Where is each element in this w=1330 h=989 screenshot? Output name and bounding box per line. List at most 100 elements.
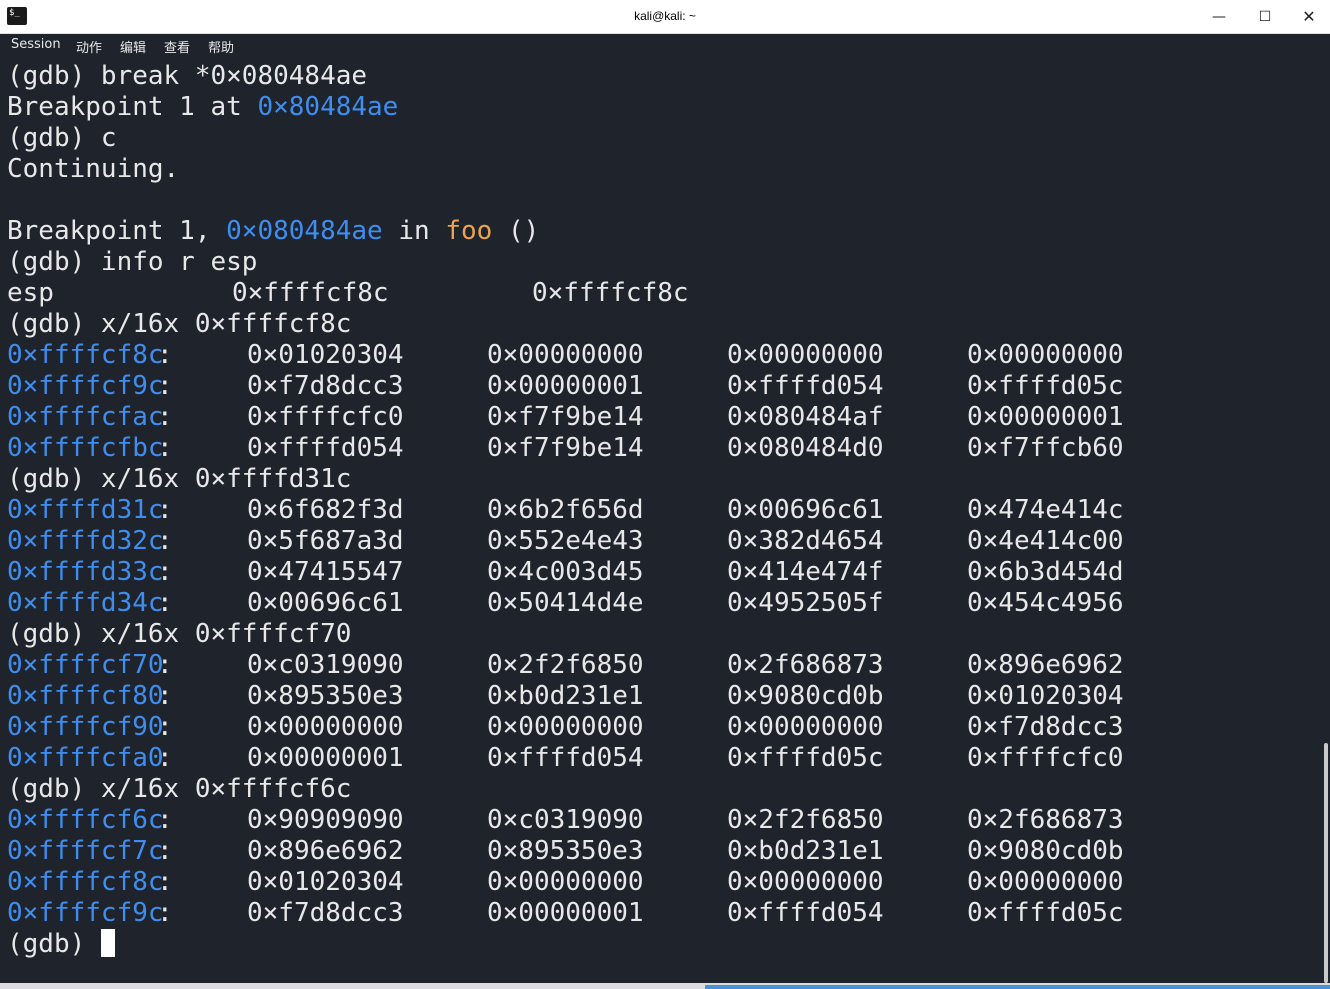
memory-address: 0×ffffcf70 xyxy=(7,650,164,680)
memory-address: 0×ffffcfa0 xyxy=(7,743,164,773)
memory-address: 0×ffffcf9c xyxy=(7,898,164,928)
maximize-button[interactable]: ☐ xyxy=(1242,0,1288,33)
memory-word: 0×6f682f3d xyxy=(247,495,404,525)
breakpoint-text: Breakpoint 1 at xyxy=(7,92,258,122)
memory-address: 0×ffffd34c xyxy=(7,588,164,618)
address-separator: : xyxy=(157,495,173,525)
memory-word: 0×00000000 xyxy=(727,340,884,370)
breakpoint-address: 0×80484ae xyxy=(257,92,399,122)
memory-word: 0×ffffd054 xyxy=(247,433,404,463)
memory-word: 0×895350e3 xyxy=(247,681,404,711)
memory-word: 0×9080cd0b xyxy=(727,681,884,711)
terminal-line: (gdb) info r esp xyxy=(7,247,257,278)
memory-word: 0×4e414c00 xyxy=(967,526,1124,556)
text-cursor xyxy=(100,928,115,957)
menu-session[interactable]: Session xyxy=(11,37,61,52)
terminal-line: (gdb) x/16x 0×ffffcf70 xyxy=(7,619,351,650)
memory-word: 0×b0d231e1 xyxy=(487,681,644,711)
terminal-text: (gdb) x/16x 0×ffffcf6c xyxy=(7,774,352,804)
menu-help[interactable]: 帮助 xyxy=(208,37,234,56)
terminal-line: (gdb) break *0×080484ae xyxy=(7,61,367,92)
memory-word: 0×9080cd0b xyxy=(967,836,1124,866)
memory-word: 0×00000000 xyxy=(967,340,1124,370)
breakpoint-text: in xyxy=(382,216,446,246)
memory-address: 0×ffffd31c xyxy=(7,495,164,525)
memory-word: 0×f7f9be14 xyxy=(487,402,644,432)
address-separator: : xyxy=(157,743,173,773)
memory-word: 0×454c4956 xyxy=(967,588,1124,618)
window-title: kali@kali: ~ xyxy=(634,9,696,23)
memory-word: 0×c0319090 xyxy=(487,805,644,835)
memory-word: 0×6b3d454d xyxy=(967,557,1124,587)
address-separator: : xyxy=(157,805,173,835)
address-separator: : xyxy=(157,867,173,897)
scrollbar-thumb[interactable] xyxy=(1324,743,1328,983)
memory-address: 0×ffffcf8c xyxy=(7,867,164,897)
memory-word: 0×2f2f6850 xyxy=(727,805,884,835)
memory-address: 0×ffffcf6c xyxy=(7,805,164,835)
memory-word: 0×f7ffcb60 xyxy=(967,433,1124,463)
memory-word: 0×382d4654 xyxy=(727,526,884,556)
memory-address: 0×ffffcf8c xyxy=(7,340,164,370)
memory-word: 0×ffffd054 xyxy=(727,898,884,928)
menu-view[interactable]: 查看 xyxy=(164,37,190,56)
breakpoint-text: () xyxy=(492,216,540,246)
memory-word: 0×ffffd054 xyxy=(727,371,884,401)
memory-word: 0×00696c61 xyxy=(727,495,884,525)
memory-word: 0×414e474f xyxy=(727,557,884,587)
breakpoint-text: Breakpoint 1, xyxy=(7,216,227,246)
address-separator: : xyxy=(157,650,173,680)
address-separator: : xyxy=(157,340,173,370)
memory-word: 0×895350e3 xyxy=(487,836,644,866)
address-separator: : xyxy=(157,712,173,742)
memory-address: 0×ffffcf80 xyxy=(7,681,164,711)
memory-word: 0×f7f9be14 xyxy=(487,433,644,463)
memory-word: 0×00000001 xyxy=(487,371,644,401)
address-separator: : xyxy=(157,588,173,618)
memory-word: 0×080484af xyxy=(727,402,884,432)
title-bar: $_ kali@kali: ~ — ☐ ✕ xyxy=(0,0,1330,34)
bottom-accent-bar xyxy=(705,985,1330,989)
address-separator: : xyxy=(157,433,173,463)
menu-actions[interactable]: 动作 xyxy=(76,37,102,56)
memory-address: 0×ffffd32c xyxy=(7,526,164,556)
memory-word: 0×474e414c xyxy=(967,495,1124,525)
register-name: esp xyxy=(7,278,54,308)
memory-address: 0×ffffcfac xyxy=(7,402,164,432)
memory-word: 0×896e6962 xyxy=(247,836,404,866)
terminal-line: (gdb) c xyxy=(7,123,117,154)
memory-address: 0×ffffcfbc xyxy=(7,433,164,463)
scrollbar[interactable] xyxy=(1322,61,1330,983)
close-button[interactable]: ✕ xyxy=(1286,0,1330,33)
memory-word: 0×90909090 xyxy=(247,805,404,835)
memory-word: 0×00000000 xyxy=(487,712,644,742)
memory-word: 0×2f2f6850 xyxy=(487,650,644,680)
memory-address: 0×ffffcf9c xyxy=(7,371,164,401)
memory-word: 0×080484d0 xyxy=(727,433,884,463)
terminal-text: (gdb) x/16x 0×ffffd31c xyxy=(7,464,352,494)
memory-word: 0×00000001 xyxy=(247,743,404,773)
terminal-text: (gdb) c xyxy=(7,123,117,153)
memory-address: 0×ffffd33c xyxy=(7,557,164,587)
register-hex: 0×ffffcf8c xyxy=(232,278,389,308)
memory-word: 0×552e4e43 xyxy=(487,526,644,556)
terminal-line: (gdb) x/16x 0×ffffcf8c xyxy=(7,309,351,340)
memory-word: 0×00000000 xyxy=(487,867,644,897)
memory-word: 0×896e6962 xyxy=(967,650,1124,680)
address-separator: : xyxy=(157,526,173,556)
memory-word: 0×00696c61 xyxy=(247,588,404,618)
terminal-text: (gdb) x/16x 0×ffffcf8c xyxy=(7,309,352,339)
memory-word: 0×00000000 xyxy=(487,340,644,370)
memory-word: 0×ffffd05c xyxy=(967,371,1124,401)
terminal-text: (gdb) x/16x 0×ffffcf70 xyxy=(7,619,352,649)
minimize-button[interactable]: — xyxy=(1196,0,1242,33)
memory-word: 0×50414d4e xyxy=(487,588,644,618)
terminal-line: (gdb) xyxy=(7,928,115,960)
terminal-line: Continuing. xyxy=(7,154,179,185)
memory-word: 0×ffffcfc0 xyxy=(967,743,1124,773)
memory-word: 0×6b2f656d xyxy=(487,495,644,525)
register-value: 0×ffffcf8c xyxy=(532,278,689,308)
terminal-output[interactable]: (gdb) break *0×080484ae Breakpoint 1 at 0… xyxy=(0,61,1322,983)
menu-edit[interactable]: 编辑 xyxy=(120,37,146,56)
memory-word: 0×ffffd05c xyxy=(967,898,1124,928)
